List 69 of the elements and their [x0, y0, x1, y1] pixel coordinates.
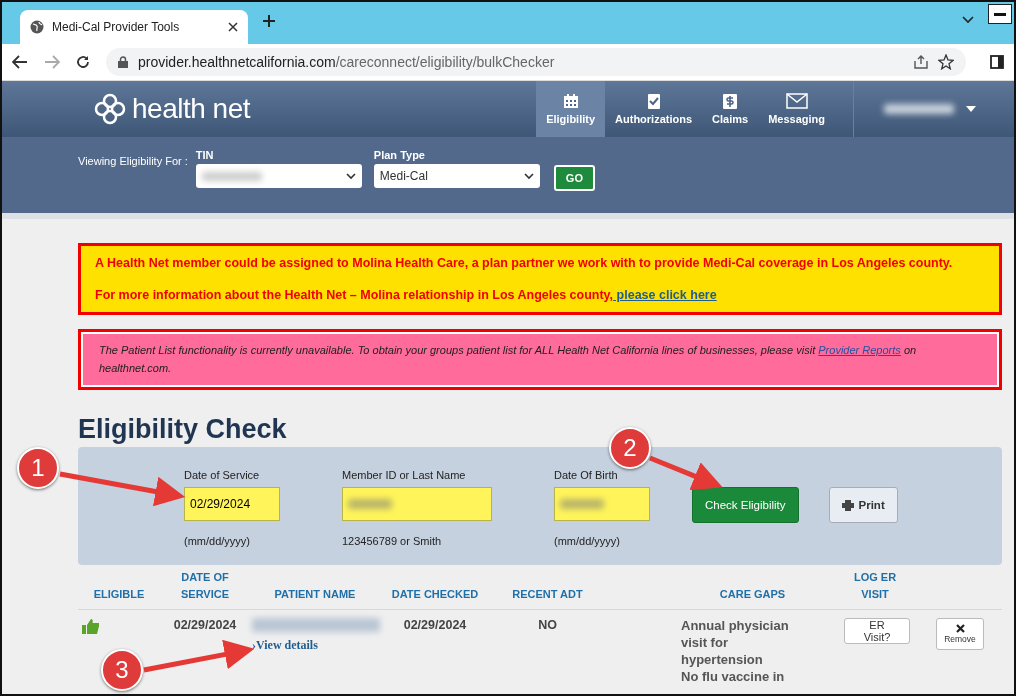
- table-cell: NO: [538, 618, 557, 633]
- chevron-down-icon: [345, 172, 356, 180]
- column-header: PATIENT NAME: [274, 588, 356, 601]
- star-icon[interactable]: [938, 54, 954, 70]
- field-label: Member ID or Last Name: [342, 469, 467, 482]
- lock-icon: [118, 56, 128, 68]
- minimize-button[interactable]: [988, 4, 1012, 24]
- table-cell: 02/29/2024: [403, 618, 467, 633]
- table-cell: 02/29/2024: [173, 618, 237, 633]
- view-details-link[interactable]: ›View details: [252, 638, 380, 654]
- field-label: Plan Type: [373, 149, 426, 161]
- callout-badge: 3: [101, 649, 143, 691]
- check-eligibility-button[interactable]: Check Eligibility: [692, 487, 799, 524]
- column-header: RECENT ADT: [512, 588, 583, 601]
- field-hint: 123456789 or Smith: [342, 535, 443, 548]
- field-hint: (mm/dd/yyyy): [554, 535, 621, 548]
- globe-icon: [30, 20, 44, 34]
- reload-icon[interactable]: [76, 55, 90, 69]
- plan-type-dropdown[interactable]: Medi-Cal: [373, 164, 540, 188]
- care-gap-text: Annual physician visit for hypertension: [681, 618, 790, 669]
- nav-tab[interactable]: Claims: [702, 81, 759, 137]
- filter-label: Viewing Eligibility For :: [78, 155, 188, 167]
- caret-icon[interactable]: [966, 106, 976, 112]
- blurred-input-text: [560, 499, 604, 510]
- er-visit-button[interactable]: ER Visit?: [844, 618, 910, 645]
- chevron-down-icon[interactable]: [962, 16, 974, 24]
- go-button[interactable]: GO: [553, 165, 595, 191]
- field-label: TIN: [195, 149, 215, 161]
- chevron-down-icon: [523, 172, 534, 180]
- column-header: CARE GAPS: [719, 588, 786, 601]
- column-header: LOG ER VISIT: [853, 571, 897, 601]
- share-icon[interactable]: [914, 55, 928, 69]
- url-text: provider.healthnetcalifornia.com/careconnect/eligibility/bulkChecker: [138, 54, 555, 70]
- checklist-icon: [645, 93, 662, 109]
- alert-text: The Patient List functionality is currently unavailable. To obtain your groups patient list for ALL Health Net California lines of businesses, please visit Provider Reports on healthnet.com.: [83, 334, 997, 386]
- callout-badge: 1: [17, 447, 59, 489]
- page-heading: Eligibility Check: [78, 414, 287, 446]
- input-field[interactable]: [342, 487, 492, 522]
- logo[interactable]: health net: [94, 81, 250, 137]
- close-icon[interactable]: [228, 22, 238, 32]
- nav-tab[interactable]: Eligibility: [536, 81, 606, 137]
- print-button[interactable]: Print: [828, 487, 898, 524]
- field-label: Date of Service: [184, 469, 261, 482]
- notice-text: A Health Net member could be assigned to Molina Health Care, a plan partner we work with to provide Medi-Cal coverage in Los Angeles county.: [95, 256, 954, 270]
- field-label: Date Of Birth: [554, 469, 619, 482]
- nav-tab[interactable]: Authorizations: [605, 81, 703, 137]
- click-here-link[interactable]: please click here: [613, 288, 717, 302]
- input-field[interactable]: 02/29/2024: [184, 487, 280, 522]
- browser-tab[interactable]: Medi-Cal Provider Tools: [20, 10, 248, 44]
- field-hint: (mm/dd/yyyy): [184, 535, 251, 548]
- address-bar[interactable]: provider.healthnetcalifornia.com/careconnect/eligibility/bulkChecker: [106, 48, 966, 76]
- column-header: DATE OF SERVICE: [180, 571, 230, 601]
- column-header: ELIGIBLE: [93, 588, 145, 601]
- flower-icon: [94, 93, 126, 125]
- nav-tab[interactable]: Messaging: [758, 81, 835, 137]
- sidebar-icon[interactable]: [990, 55, 1004, 69]
- notice-text: For more information about the Health Net – Molina relationship in Los Angeles county, please click here: [95, 288, 718, 302]
- care-gap-text: No flu vaccine in: [681, 668, 786, 686]
- remove-button[interactable]: Remove: [936, 618, 984, 651]
- new-tab-icon[interactable]: [262, 14, 276, 28]
- column-header: DATE CHECKED: [391, 588, 479, 601]
- back-icon[interactable]: [12, 55, 28, 69]
- envelope-icon: [785, 93, 808, 109]
- minimize-icon: [994, 12, 1006, 16]
- blurred-input-text: [348, 499, 392, 510]
- callout-badge: 2: [609, 427, 651, 469]
- close-icon: [955, 624, 965, 634]
- calendar-icon: [562, 93, 579, 109]
- dollar-icon: [723, 93, 738, 109]
